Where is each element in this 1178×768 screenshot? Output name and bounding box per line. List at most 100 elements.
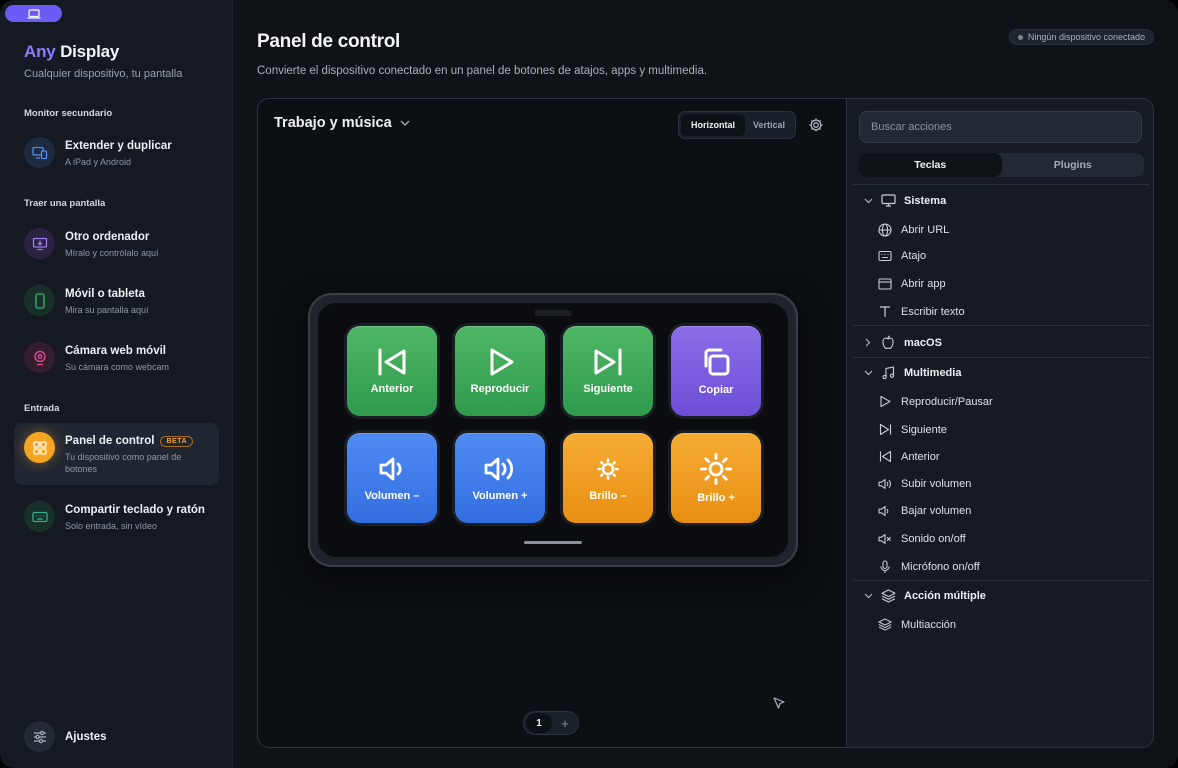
deck-key-siguiente[interactable]: Siguiente (560, 323, 656, 419)
sidebar-item-control-panel[interactable]: Panel de control BETA Tu dispositivo como… (14, 423, 219, 485)
monitor-tablet-icon (24, 137, 55, 168)
tablet-home-indicator (524, 541, 582, 544)
chevron-down-icon (861, 198, 875, 204)
brightness-low-icon (597, 458, 619, 480)
deck-key-anterior[interactable]: Anterior (344, 323, 440, 419)
profile-name: Trabajo y música (274, 115, 392, 131)
sidebar-item-label: Cámara web móvil (65, 345, 166, 357)
gear-icon[interactable] (808, 117, 824, 138)
section-title-bring: Traer una pantalla (24, 198, 106, 209)
orientation-vertical-button[interactable]: Vertical (745, 114, 793, 136)
page-1-button[interactable]: 1 (526, 713, 552, 733)
action-multiaction[interactable]: Multiacción (877, 618, 956, 631)
divider (853, 357, 1150, 358)
sidebar-item-other-computer[interactable]: Otro ordenador Míralo y contrólalo aquí (14, 219, 219, 268)
action-previous[interactable]: Anterior (877, 450, 940, 463)
sidebar-item-mobile[interactable]: Móvil o tableta Mira su pantalla aquí (14, 276, 219, 325)
action-play-pause[interactable]: Reproducir/Pausar (877, 395, 993, 408)
play-icon (877, 395, 893, 408)
display-mode-pill[interactable] (5, 5, 62, 22)
app-window: Any Display Cualquier dispositivo, tu pa… (0, 0, 1178, 768)
chevron-down-icon (861, 370, 875, 376)
action-next[interactable]: Siguiente (877, 423, 947, 436)
section-title-input: Entrada (24, 403, 60, 414)
monitor-icon (879, 194, 897, 207)
monitor-in-icon (24, 228, 55, 259)
sidebar-item-extend[interactable]: Extender y duplicar A iPad y Android (14, 128, 219, 177)
sidebar-item-sub: Míralo y contrólalo aquí (65, 248, 159, 258)
page-title: Panel de control (257, 31, 401, 52)
status-dot-icon (1017, 34, 1023, 40)
skip-back-icon (378, 348, 406, 376)
sidebar-item-label: Compartir teclado y ratón (65, 504, 205, 516)
page-switcher: 1 + (523, 711, 579, 735)
tablet-preview: Anterior Reproducir Siguiente Copiar Vol… (308, 293, 798, 567)
webcam-icon (24, 342, 55, 373)
sidebar-item-sub: A iPad y Android (65, 157, 132, 167)
actions-tabs: Teclas Plugins (859, 153, 1144, 177)
page-subtitle: Convierte el dispositivo conectado en un… (257, 65, 708, 77)
volume-high-icon (484, 457, 513, 481)
section-title-secondary: Monitor secundario (24, 108, 113, 119)
sidebar-item-share-input[interactable]: Compartir teclado y ratón Solo entrada, … (14, 492, 219, 541)
sidebar-item-sub: Su cámara como webcam (65, 362, 170, 372)
deck-key-reproducir[interactable]: Reproducir (452, 323, 548, 419)
settings-button[interactable]: Ajustes (14, 712, 219, 761)
tagline: Cualquier dispositivo, tu pantalla (24, 68, 183, 80)
action-microphone[interactable]: Micrófono on/off (877, 560, 980, 574)
chevron-down-icon (400, 120, 410, 126)
add-page-button[interactable]: + (552, 716, 578, 731)
skip-back-icon (877, 450, 893, 463)
keyboard-icon (877, 250, 893, 262)
group-macos[interactable]: macOS (861, 335, 942, 350)
text-icon (877, 305, 893, 318)
deck-key-brillo-mas[interactable]: Brillo + (668, 430, 764, 526)
action-open-app[interactable]: Abrir app (877, 278, 946, 290)
group-system[interactable]: Sistema (861, 194, 946, 207)
deck-canvas: Trabajo y música Horizontal Vertical Ant… (258, 99, 846, 747)
tablet-screen: Anterior Reproducir Siguiente Copiar Vol… (318, 303, 788, 557)
tab-keys[interactable]: Teclas (859, 153, 1002, 177)
chevron-down-icon (861, 593, 875, 599)
action-volume-up[interactable]: Subir volumen (877, 478, 971, 490)
app-window-icon (877, 278, 893, 290)
deck-key-volumen-menos[interactable]: Volumen – (344, 430, 440, 526)
grid-icon (24, 432, 55, 463)
action-volume-down[interactable]: Bajar volumen (877, 505, 971, 517)
copy-icon (704, 348, 730, 376)
action-mute[interactable]: Sonido on/off (877, 533, 966, 545)
action-shortcut[interactable]: Atajo (877, 250, 926, 262)
orientation-toggle: Horizontal Vertical (678, 111, 796, 139)
tab-plugins[interactable]: Plugins (1002, 153, 1145, 177)
sidebar-item-webcam[interactable]: Cámara web móvil Su cámara como webcam (14, 333, 219, 382)
deck-key-copiar[interactable]: Copiar (668, 323, 764, 419)
play-icon (490, 348, 514, 376)
keyboard-icon (24, 501, 55, 532)
action-type-text[interactable]: Escribir texto (877, 305, 965, 318)
sidebar-item-label: Otro ordenador (65, 231, 150, 243)
cursor-icon (772, 696, 786, 715)
status-badge: Ningún dispositivo conectado (1008, 29, 1154, 45)
orientation-horizontal-button[interactable]: Horizontal (681, 114, 745, 136)
profile-selector[interactable]: Trabajo y música (274, 115, 410, 131)
deck-key-volumen-mas[interactable]: Volumen + (452, 430, 548, 526)
beta-badge: BETA (160, 435, 194, 447)
sidebar-item-sub: Solo entrada, sin vídeo (65, 521, 158, 531)
globe-icon (877, 223, 893, 237)
group-multi-action[interactable]: Acción múltiple (861, 589, 986, 603)
settings-label: Ajustes (65, 730, 107, 743)
music-note-icon (879, 366, 897, 380)
sidebar-item-label: Panel de control (65, 435, 155, 447)
deck-key-brillo-menos[interactable]: Brillo – (560, 430, 656, 526)
brand-logo: Any Display (24, 42, 120, 61)
sliders-icon (24, 721, 55, 752)
group-multimedia[interactable]: Multimedia (861, 366, 961, 380)
search-actions-input[interactable] (859, 111, 1142, 143)
tablet-notch (534, 310, 572, 316)
chevron-right-icon (861, 338, 875, 347)
control-panel-editor: Trabajo y música Horizontal Vertical Ant… (257, 98, 1154, 748)
action-open-url[interactable]: Abrir URL (877, 223, 949, 237)
divider (853, 580, 1150, 581)
laptop-icon (27, 8, 40, 19)
microphone-icon (877, 560, 893, 574)
